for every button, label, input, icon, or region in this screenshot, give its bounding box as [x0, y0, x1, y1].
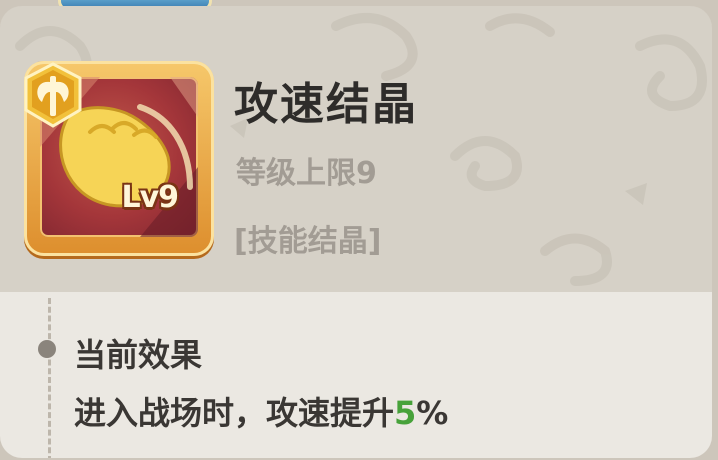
item-level-badge: Lv9	[121, 180, 179, 215]
current-effect-description: 进入战场时，攻速提升5%	[74, 388, 448, 434]
current-effect-header: 当前效果	[74, 336, 203, 374]
axe-emblem-icon	[24, 62, 82, 128]
effect-description-prefix: 进入战场时，攻速提升	[74, 394, 395, 432]
item-level-cap: 等级上限9	[236, 156, 377, 191]
item-tooltip-stage: Lv9 攻速结晶 等级上限9 [技能结晶] 当前效果 进入战场时，攻速提升5%	[0, 0, 718, 460]
item-category: [技能结晶]	[234, 224, 382, 259]
effect-unit: %	[416, 394, 449, 432]
item-detail-card: Lv9 攻速结晶 等级上限9 [技能结晶] 当前效果 进入战场时，攻速提升5%	[0, 6, 712, 458]
effect-timeline-line	[48, 298, 51, 458]
item-name: 攻速结晶	[234, 79, 418, 130]
effect-bullet	[38, 340, 56, 358]
effect-value: 5	[394, 394, 417, 432]
